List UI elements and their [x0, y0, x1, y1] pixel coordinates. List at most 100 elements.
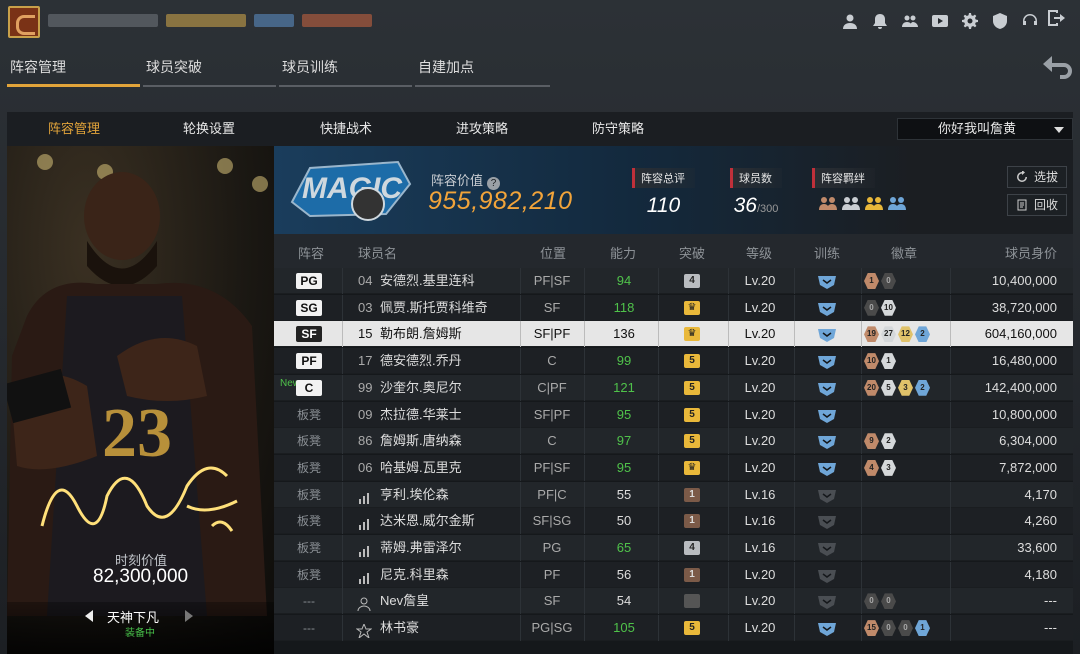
training-icon[interactable] — [816, 273, 838, 289]
tab-player-breakthrough[interactable]: 球员突破 — [143, 52, 276, 87]
table-row[interactable]: 板凳 尼克.科里森 PF 56 1 Lv.20 4,180 — [274, 561, 1073, 588]
overall-stat: 阵容总评 110 — [632, 168, 695, 218]
header-badges[interactable]: 徽章 — [891, 243, 917, 262]
table-row[interactable]: SF 15 勒布朗.詹姆斯 SF|PF 136 ♛ Lv.20 19 27 12 2 604,160,… — [274, 321, 1073, 348]
table-row[interactable]: 板凳 09 杰拉德.华莱士 SF|PF 95 5 Lv.20 10,800,000 — [274, 401, 1073, 428]
training-icon[interactable] — [816, 593, 838, 610]
select-button[interactable]: 选拔 — [1007, 166, 1067, 188]
column-divider — [342, 294, 343, 321]
player-name: 亨利.埃伦森 — [380, 486, 449, 502]
breakthrough-badge: 5 — [684, 621, 700, 636]
header-training[interactable]: 训练 — [814, 243, 840, 262]
back-icon[interactable] — [1042, 54, 1074, 80]
friends-icon[interactable] — [900, 12, 920, 30]
recycle-button[interactable]: 回收 — [1007, 194, 1067, 216]
next-arrow-icon[interactable] — [185, 610, 193, 622]
table-row[interactable]: SG 03 佩贾.斯托贾科维奇 SF 118 ♛ Lv.20 0 10 38,720,000 — [274, 294, 1073, 321]
roster-table: 阵容 球员名 位置 能力 突破 等级 训练 徽章 球员身价 PG 04 安德烈.基里… — [274, 234, 1073, 654]
training-icon[interactable] — [816, 326, 838, 343]
column-divider — [861, 374, 862, 401]
table-row[interactable]: PF 17 德安德烈.乔丹 C 99 5 Lv.20 10 1 16,480,000 — [274, 348, 1073, 375]
column-divider — [658, 268, 659, 294]
subtab-rotation[interactable]: 轮换设置 — [164, 112, 254, 146]
bond-icons[interactable] — [818, 194, 907, 212]
header-price[interactable]: 球员身价 — [1005, 243, 1057, 262]
training-icon[interactable] — [816, 620, 838, 637]
training-icon[interactable] — [816, 433, 838, 450]
table-row[interactable]: 板凳 86 詹姆斯.唐纳森 C 97 5 Lv.20 9 2 6,304,000 — [274, 428, 1073, 455]
tab-player-training[interactable]: 球员训练 — [279, 52, 412, 87]
training-icon[interactable] — [816, 540, 838, 556]
column-divider — [658, 508, 659, 535]
table-row[interactable]: 板凳 亨利.埃伦森 PF|C 55 1 Lv.16 4,170 — [274, 481, 1073, 508]
jersey-number: 86 — [358, 433, 373, 449]
card-value: 82,300,000 — [93, 566, 189, 587]
gear-icon[interactable] — [960, 12, 980, 30]
badge-icon: 12 — [898, 326, 913, 343]
table-row[interactable]: 板凳 06 哈基姆.瓦里克 PF|SF 95 ♛ Lv.20 4 3 7,872,000 — [274, 454, 1073, 481]
player-card[interactable]: 23 时刻价值 82,300,000 天神下凡 装备中 — [7, 146, 274, 654]
badge-icon: 0 — [864, 593, 879, 610]
table-row[interactable]: PG 04 安德烈.基里连科 PF|SF 94 4 Lv.20 1 0 10,400,000 — [274, 268, 1073, 294]
subtab-quick-tactics[interactable]: 快捷战术 — [301, 112, 391, 146]
column-divider — [342, 401, 343, 428]
player-position: PF — [543, 566, 561, 582]
video-icon[interactable] — [930, 12, 950, 30]
table-row[interactable]: 板凳 蒂姆.弗雷泽尔 PG 65 4 Lv.16 33,600 — [274, 535, 1073, 561]
signal-icon — [356, 568, 372, 584]
column-divider — [728, 481, 729, 508]
training-icon[interactable] — [816, 300, 838, 316]
column-divider — [584, 481, 585, 508]
main-tabs: 阵容管理 球员突破 球员训练 自建加点 — [0, 52, 560, 88]
crown-icon: ♛ — [684, 460, 700, 475]
training-icon[interactable] — [816, 513, 838, 530]
bond-stat: 阵容羁绊 — [812, 168, 875, 188]
exit-icon[interactable] — [1046, 8, 1068, 28]
column-divider — [342, 481, 343, 508]
bell-icon[interactable] — [870, 12, 890, 30]
column-divider — [950, 268, 951, 294]
user-icon[interactable] — [840, 12, 860, 30]
column-divider — [584, 615, 585, 642]
column-divider — [950, 481, 951, 508]
table-row[interactable]: New C 99 沙奎尔.奥尼尔 C|PF 121 5 Lv.20 20 5 3 2 142,400,0… — [274, 374, 1073, 401]
column-divider — [861, 268, 862, 294]
player-level: Lv.20 — [744, 353, 776, 369]
shield-icon[interactable] — [990, 12, 1010, 30]
header-pos[interactable]: 位置 — [540, 243, 566, 262]
tab-custom-points[interactable]: 自建加点 — [415, 52, 550, 87]
training-icon[interactable] — [816, 353, 838, 370]
subtab-defense[interactable]: 防守策略 — [573, 112, 663, 146]
column-divider — [794, 348, 795, 375]
header-ability[interactable]: 能力 — [610, 243, 636, 262]
column-divider — [342, 374, 343, 401]
position-slot: 板凳 — [296, 434, 321, 449]
badge-list: 20 5 3 2 — [864, 379, 930, 396]
player-price: --- — [1044, 620, 1057, 636]
training-icon[interactable] — [816, 460, 838, 476]
column-divider — [342, 321, 343, 348]
lineup-select[interactable]: 你好我叫詹黄 — [897, 118, 1073, 140]
position-slot: 板凳 — [296, 487, 321, 502]
player-name: 德安德烈.乔丹 — [380, 353, 462, 369]
table-row[interactable]: 板凳 达米恩.威尔金斯 SF|SG 50 1 Lv.16 4,260 — [274, 508, 1073, 535]
header-level[interactable]: 等级 — [746, 243, 772, 262]
position-slot: PF — [296, 353, 322, 370]
breakthrough-badge: 1 — [684, 487, 700, 502]
header-position[interactable]: 阵容 — [298, 243, 324, 262]
training-icon[interactable] — [816, 567, 838, 583]
player-price: 16,480,000 — [991, 353, 1057, 369]
subtab-offense[interactable]: 进攻策略 — [437, 112, 527, 146]
prev-arrow-icon[interactable] — [85, 610, 93, 622]
table-row[interactable]: --- Nev詹皇 SF 54 Lv.20 0 0 --- — [274, 588, 1073, 615]
table-row[interactable]: --- 林书豪 PG|SG 105 5 Lv.20 15 0 0 1 --- — [274, 615, 1073, 642]
training-icon[interactable] — [816, 380, 838, 396]
header-breakthrough[interactable]: 突破 — [679, 243, 705, 262]
headset-icon[interactable] — [1020, 12, 1040, 30]
training-icon[interactable] — [816, 487, 838, 503]
subtab-lineup[interactable]: 阵容管理 — [29, 112, 119, 146]
avatar[interactable] — [8, 6, 40, 38]
header-name[interactable]: 球员名 — [358, 243, 397, 262]
training-icon[interactable] — [816, 407, 838, 423]
tab-lineup-management[interactable]: 阵容管理 — [7, 52, 140, 87]
